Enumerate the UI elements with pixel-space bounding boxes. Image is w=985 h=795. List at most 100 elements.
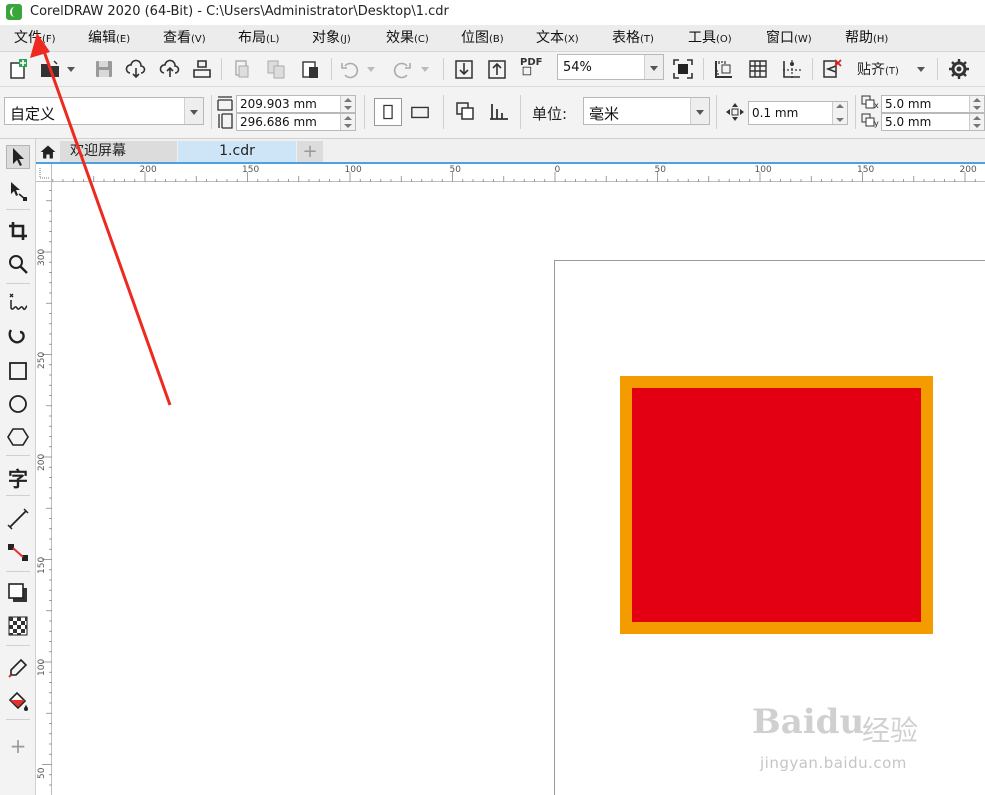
add-tool-icon[interactable]: + — [6, 734, 30, 758]
menu-file[interactable]: 文件(F) — [14, 28, 56, 48]
undo-icon[interactable] — [338, 57, 362, 81]
units-value: 毫米 — [589, 105, 620, 123]
ruler-tick-label: 250 — [37, 351, 47, 369]
menu-view[interactable]: 查看(V) — [163, 28, 206, 48]
print-icon[interactable] — [190, 57, 214, 81]
duplicate-distance-y-field[interactable]: 5.0 mm — [881, 113, 985, 131]
redo-dropdown-icon[interactable] — [418, 57, 432, 81]
duplicate-distance-y-icon: y — [860, 112, 880, 130]
undo-dropdown-icon[interactable] — [364, 57, 378, 81]
horizontal-ruler[interactable]: 200 150 100 50 0 50 100 150 200 — [52, 164, 985, 182]
ruler-tick-label: 200 — [959, 165, 977, 175]
zoom-level-combo[interactable]: 54% — [557, 54, 664, 80]
all-pages-icon[interactable] — [453, 99, 477, 123]
paste-icon[interactable] — [298, 57, 322, 81]
publish-pdf-icon[interactable]: PDF — [518, 55, 542, 79]
drawing-canvas[interactable]: Baidu 经验 jingyan.baidu.com — [52, 182, 985, 795]
menu-text[interactable]: 文本(X) — [536, 28, 579, 48]
ruler-tick-label: 50 — [654, 165, 666, 175]
ellipse-tool-icon[interactable] — [6, 392, 30, 416]
drop-shadow-icon[interactable] — [6, 581, 30, 605]
freehand-tool-icon[interactable] — [6, 291, 30, 315]
new-tab-button[interactable]: + — [297, 141, 323, 162]
snap-to-button[interactable]: 贴齐(T) — [857, 59, 899, 79]
show-grid-icon[interactable] — [746, 57, 770, 81]
new-document-icon[interactable] — [6, 57, 30, 81]
copy-icon[interactable] — [264, 57, 288, 81]
units-dropdown-icon[interactable] — [690, 98, 709, 124]
ruler-origin[interactable] — [36, 164, 52, 182]
property-bar: 自定义 209.903 mm 296.686 mm 单位: 毫米 0.1 mm — [0, 87, 985, 139]
page-width-field[interactable]: 209.903 mm — [236, 95, 356, 113]
snap-off-icon[interactable] — [820, 57, 844, 81]
duplicate-y-subscript: y — [874, 119, 879, 128]
ruler-tick-label: 0 — [554, 165, 561, 175]
duplicate-distance-x-field[interactable]: 5.0 mm — [881, 95, 985, 113]
page-height-icon — [216, 112, 234, 130]
page-size-value: 自定义 — [10, 105, 56, 123]
menu-edit[interactable]: 编辑(E) — [88, 28, 130, 48]
crop-tool-icon[interactable] — [6, 219, 30, 243]
copy-properties-icon[interactable] — [230, 57, 254, 81]
ruler-tick-label: 50 — [37, 767, 47, 779]
page-size-combo[interactable]: 自定义 — [4, 97, 204, 125]
menu-help[interactable]: 帮助(H) — [845, 28, 888, 48]
page-size-dropdown-icon[interactable] — [184, 98, 203, 124]
export-icon[interactable] — [485, 57, 509, 81]
menu-effects[interactable]: 效果(C) — [386, 28, 429, 48]
vertical-ruler[interactable]: 300 250 200 150 100 50 — [36, 182, 52, 795]
rectangle-tool-icon[interactable] — [6, 359, 30, 383]
text-tool-icon[interactable]: 字 — [6, 465, 30, 491]
rectangle-fill[interactable] — [632, 388, 921, 622]
pick-tool-icon[interactable] — [6, 145, 30, 169]
units-combo[interactable]: 毫米 — [583, 97, 710, 125]
menu-tools[interactable]: 工具(O) — [688, 28, 732, 48]
eyedropper-icon[interactable] — [6, 656, 30, 680]
page-height-field[interactable]: 296.686 mm — [236, 113, 356, 131]
connector-tool-icon[interactable] — [6, 540, 30, 564]
interactive-fill-icon[interactable] — [6, 689, 30, 713]
save-icon[interactable] — [92, 57, 116, 81]
shape-tool-icon[interactable] — [6, 179, 30, 203]
menu-bitmaps[interactable]: 位图(B) — [461, 28, 504, 48]
zoom-dropdown-icon[interactable] — [644, 55, 663, 79]
dimension-tool-icon[interactable] — [6, 507, 30, 531]
watermark-logo: Baidu — [752, 702, 865, 742]
watermark-url: jingyan.baidu.com — [760, 754, 907, 772]
redo-icon[interactable] — [390, 57, 414, 81]
settings-icon[interactable] — [947, 57, 971, 81]
cloud-export-icon[interactable] — [158, 57, 182, 81]
cloud-import-icon[interactable] — [124, 57, 148, 81]
ruler-tick-label: 50 — [449, 165, 461, 175]
ruler-tick-label: 100 — [37, 658, 47, 676]
tab-welcome-label: 欢迎屏幕 — [70, 143, 126, 159]
show-guidelines-icon[interactable] — [780, 57, 804, 81]
menu-layout[interactable]: 布局(L) — [238, 28, 279, 48]
transparency-icon[interactable] — [6, 614, 30, 638]
units-label: 单位: — [532, 105, 568, 123]
show-rulers-icon[interactable] — [712, 57, 736, 81]
zoom-tool-icon[interactable] — [6, 252, 30, 276]
open-dropdown-icon[interactable] — [64, 57, 78, 81]
polygon-tool-icon[interactable] — [6, 425, 30, 449]
new-tab-label: + — [302, 141, 318, 162]
tab-document[interactable]: 1.cdr — [178, 141, 296, 162]
ruler-tick-label: 150 — [242, 165, 260, 175]
tab-welcome-screen[interactable]: 欢迎屏幕 — [60, 141, 177, 162]
home-icon[interactable] — [36, 141, 60, 162]
menu-window[interactable]: 窗口(W) — [766, 28, 812, 48]
portrait-orientation-button[interactable] — [374, 98, 402, 126]
landscape-orientation-button[interactable] — [406, 98, 434, 126]
menu-table[interactable]: 表格(T) — [612, 28, 654, 48]
nudge-distance-field[interactable]: 0.1 mm — [748, 101, 848, 125]
snap-dropdown-icon[interactable] — [913, 57, 929, 81]
full-screen-icon[interactable] — [671, 57, 695, 81]
import-icon[interactable] — [452, 57, 476, 81]
open-icon[interactable] — [38, 57, 62, 81]
ruler-tick-label: 150 — [37, 556, 47, 574]
duplicate-distance-y-value: 5.0 mm — [885, 115, 932, 129]
menu-object[interactable]: 对象(J) — [312, 28, 351, 48]
artistic-media-icon[interactable] — [6, 325, 30, 349]
ruler-tick-label: 200 — [37, 453, 47, 471]
current-page-icon[interactable] — [487, 99, 511, 123]
